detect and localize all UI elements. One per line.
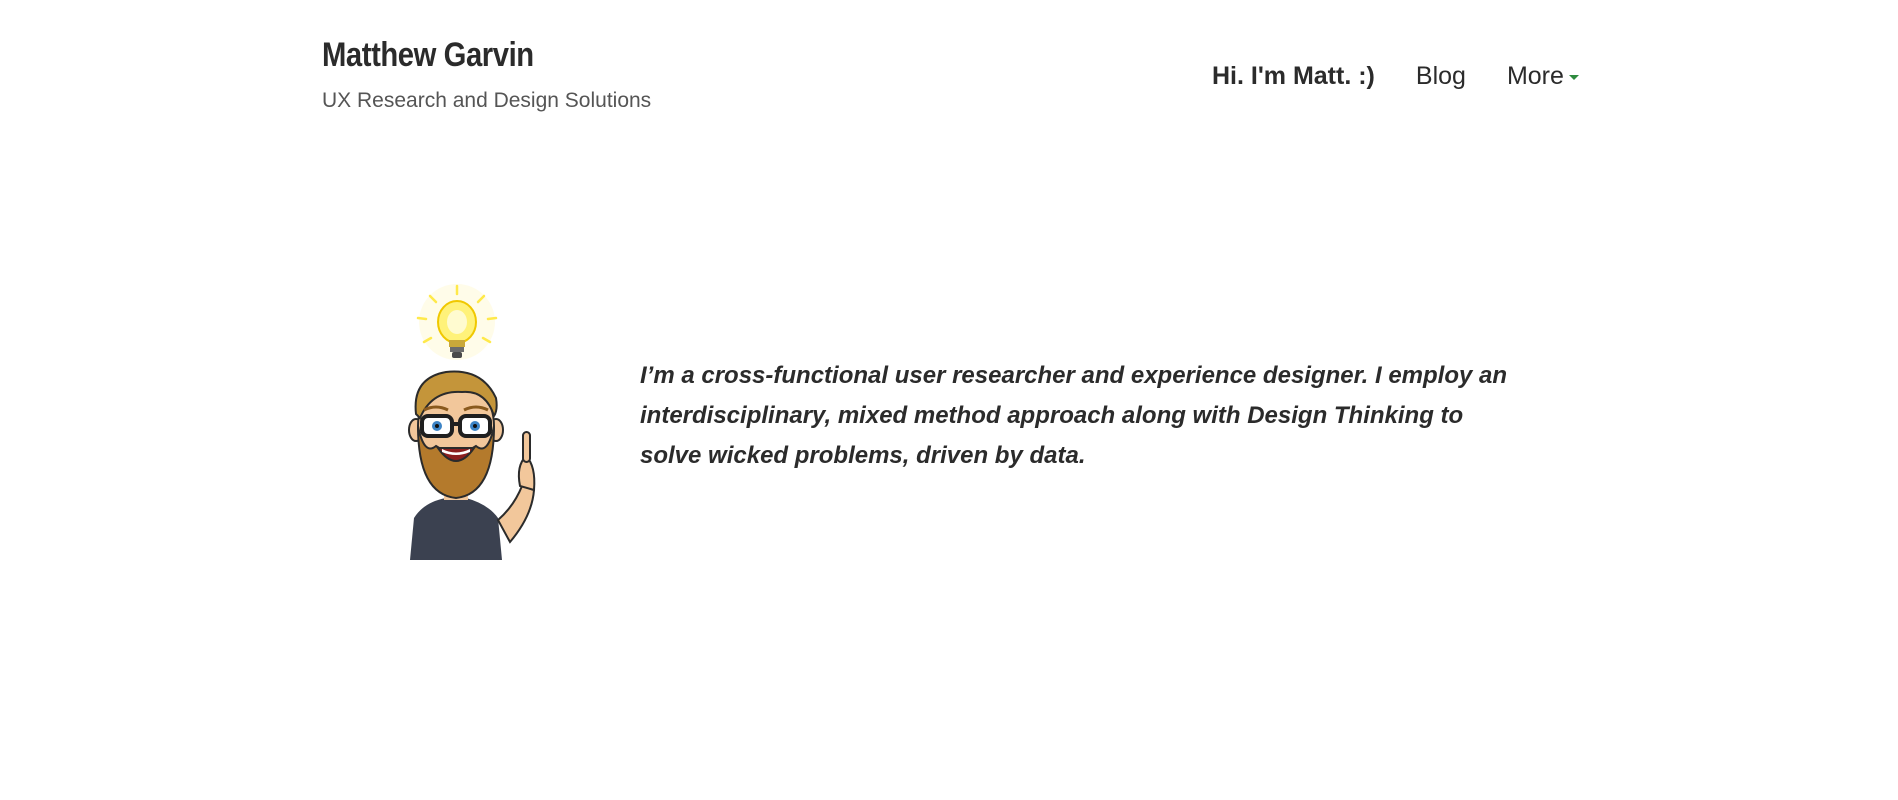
site-tagline: UX Research and Design Solutions: [322, 89, 652, 112]
bitmoji-avatar-lightbulb-icon: [408, 284, 536, 560]
intro-text: I’m a cross-functional user researcher a…: [640, 362, 1508, 469]
nav-item-more[interactable]: More: [1507, 60, 1579, 92]
nav-item-blog[interactable]: Blog: [1416, 60, 1466, 92]
site-title-link[interactable]: Matthew Garvin: [322, 34, 605, 76]
hero-section: I’m a cross-functional user researcher a…: [0, 280, 1898, 560]
nav-item-more-label: More: [1506, 62, 1564, 90]
site-header: Matthew Garvin UX Research and Design So…: [0, 0, 1898, 150]
nav-item-home[interactable]: Hi. I'm Matt. :): [1212, 60, 1375, 92]
branding: Matthew Garvin UX Research and Design So…: [322, 34, 651, 114]
caret-down-icon: [1568, 75, 1579, 80]
main-nav: Hi. I'm Matt. :) Blog More: [1212, 60, 1579, 92]
